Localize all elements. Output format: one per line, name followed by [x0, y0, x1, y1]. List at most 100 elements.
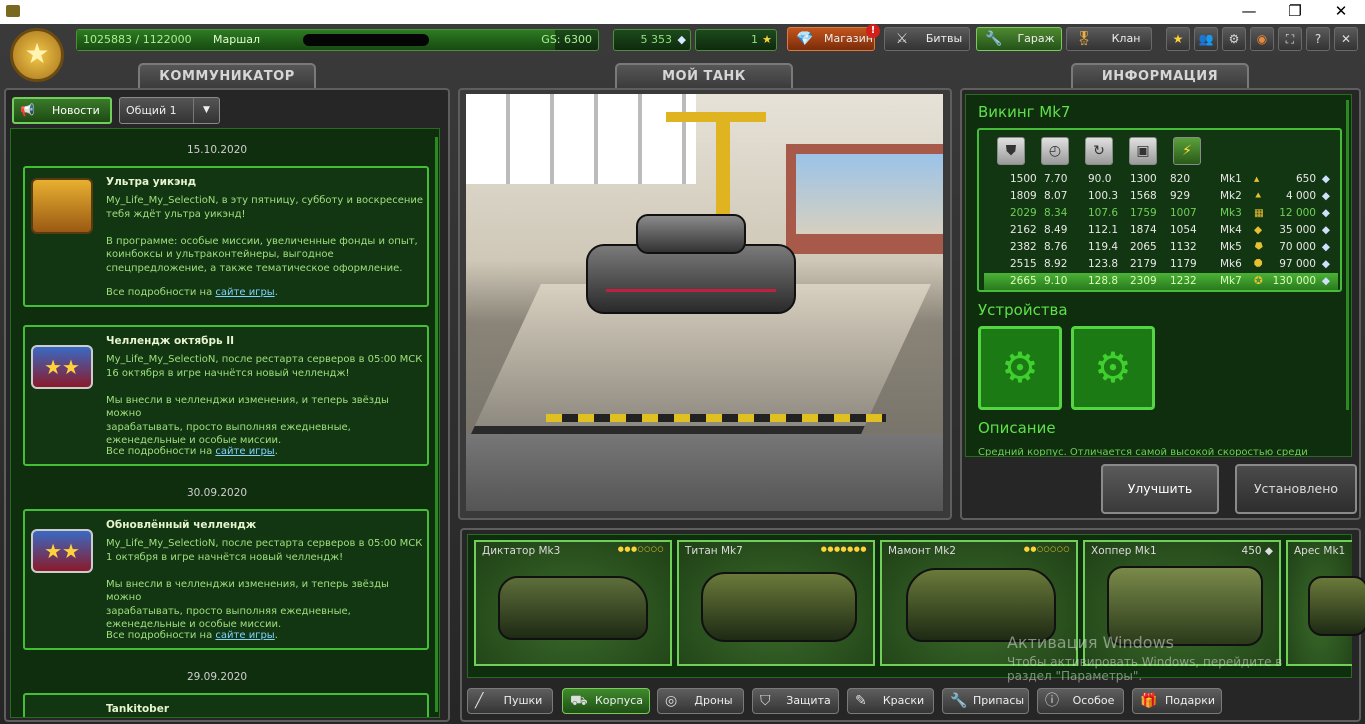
- watermark-line1: Чтобы активировать Windows, перейдите в: [1007, 655, 1283, 669]
- mk-label: Mk7: [1220, 275, 1242, 287]
- rank-emblem-icon[interactable]: ★: [10, 28, 64, 82]
- stat-value: 8.34: [1044, 207, 1068, 219]
- stat-value: 2309: [1130, 275, 1157, 287]
- stats-row[interactable]: 2382 8.76 119.4 2065 1132 Mk5 ⯂ 70 000 ◆: [984, 239, 1338, 256]
- upgrade-price: 97 000: [1279, 258, 1316, 270]
- news-item[interactable]: ★★ Обновлённый челлендж My_Life_My_Selec…: [23, 509, 429, 650]
- experience-bar: 1025883 / 1122000 Маршал GS: 6300: [76, 29, 599, 51]
- more-tail: .: [274, 287, 278, 298]
- maximize-button[interactable]: ❐: [1272, 0, 1318, 24]
- tab-hulls[interactable]: ⛟ Корпуса: [562, 688, 650, 714]
- tab-turrets[interactable]: ╱ Пушки: [467, 688, 553, 714]
- news-item[interactable]: Ультра уикэнд My_Life_My_SelectioN, в эт…: [23, 166, 429, 307]
- news-date: 15.10.2020: [186, 144, 248, 156]
- tab-label: Защита: [786, 694, 831, 707]
- news-link[interactable]: сайте игры: [215, 446, 274, 457]
- news-date: 30.09.2020: [186, 487, 248, 499]
- stat-value: 9.10: [1044, 275, 1068, 287]
- garage-3d-view[interactable]: [466, 94, 943, 511]
- tab-special[interactable]: ⓘ Особое: [1037, 688, 1124, 714]
- window-light: [466, 94, 696, 184]
- stat-value: 1759: [1130, 207, 1157, 219]
- megaphone-icon: 📢: [20, 103, 35, 117]
- news-item[interactable]: Tankitober: [23, 693, 429, 717]
- close-button[interactable]: ✕: [1318, 0, 1364, 24]
- wrench-icon: 🔧: [950, 693, 968, 709]
- news-more: Все подробности на сайте игры.: [106, 446, 278, 457]
- crystal-icon: ◆: [1321, 173, 1330, 185]
- stat-value: 2382: [1010, 241, 1037, 253]
- stats-row[interactable]: 2665 9.10 128.8 2309 1232 Mk7 ✪ 130 000 ◆: [984, 273, 1338, 290]
- wrench-icon: 🔧: [985, 31, 1003, 47]
- stat-value: 123.8: [1088, 258, 1119, 270]
- brush-icon: ✎: [855, 693, 867, 709]
- stat-value: 929: [1170, 190, 1191, 202]
- battles-label: Битвы: [925, 32, 963, 45]
- tab-label: Подарки: [1164, 694, 1216, 707]
- card-level: ●●●●●●●: [820, 545, 867, 553]
- device-slot[interactable]: ⚙: [1071, 326, 1155, 410]
- channel-select[interactable]: Общий 1 ▼: [119, 97, 220, 124]
- info-scrollbar[interactable]: [1346, 100, 1349, 410]
- device-gear-icon: ⚙: [1094, 343, 1132, 392]
- channel-value: Общий 1: [126, 104, 177, 117]
- crane-arm: [666, 112, 766, 122]
- news-title: Обновлённый челлендж: [106, 519, 257, 531]
- exit-icon[interactable]: ✕: [1334, 27, 1358, 51]
- stats-row[interactable]: 2162 8.49 112.1 1874 1054 Mk4 ◆ 35 000 ◆: [984, 222, 1338, 239]
- upgrade-price: 12 000: [1279, 207, 1316, 219]
- tab-paints[interactable]: ✎ Краски: [847, 688, 934, 714]
- news-link[interactable]: сайте игры: [215, 630, 274, 641]
- friends-icon[interactable]: 👥: [1194, 27, 1218, 51]
- stats-row[interactable]: 2515 8.92 123.8 2179 1179 Mk6 ⯃ 97 000 ◆: [984, 256, 1338, 273]
- news-label: Новости: [52, 104, 100, 117]
- crystal-icon: ◆: [1321, 241, 1330, 253]
- minimize-button[interactable]: —: [1226, 0, 1272, 24]
- sound-icon[interactable]: ◉: [1250, 27, 1274, 51]
- clan-label: Клан: [1111, 32, 1141, 45]
- stat-value: 1232: [1170, 275, 1197, 287]
- info-header: ИНФОРМАЦИЯ: [1071, 63, 1249, 89]
- rank-name: Маршал: [213, 33, 261, 46]
- stat-value: 128.8: [1088, 275, 1119, 287]
- medal-icon: 🎖: [1075, 31, 1093, 47]
- fullscreen-icon[interactable]: ⛶: [1278, 27, 1302, 51]
- installed-button[interactable]: Установлено: [1235, 464, 1357, 514]
- floor-shadow: [466, 434, 943, 511]
- clan-button[interactable]: 🎖 Клан: [1066, 27, 1152, 51]
- item-title: Викинг Mk7: [978, 103, 1071, 121]
- settings-gear-icon[interactable]: ⚙: [1222, 27, 1246, 51]
- mk-label: Mk3: [1220, 207, 1242, 219]
- item-card[interactable]: Титан Mk7 ●●●●●●●: [677, 540, 875, 666]
- news-title: Челлендж октябрь II: [106, 335, 235, 347]
- news-link[interactable]: сайте игры: [215, 287, 274, 298]
- tab-gifts[interactable]: 🎁 Подарки: [1132, 688, 1222, 714]
- tab-protection[interactable]: ⛉ Защита: [752, 688, 839, 714]
- news-more: Все подробности на сайте игры.: [106, 630, 278, 641]
- upgrade-button[interactable]: Улучшить: [1101, 464, 1219, 514]
- tab-label: Краски: [882, 694, 925, 707]
- card-name: Арес Mk1: [1294, 545, 1346, 557]
- turret-icon: ╱: [475, 693, 484, 709]
- rank-icon: ◆: [1254, 224, 1263, 236]
- stats-row[interactable]: 1809 8.07 100.3 1568 929 Mk2 ⯅ 4 000 ◆: [984, 188, 1338, 205]
- stat-value: 2515: [1010, 258, 1037, 270]
- tab-supplies[interactable]: 🔧 Припасы: [942, 688, 1029, 714]
- item-card[interactable]: Диктатор Mk3 ●●●○○○○: [474, 540, 672, 666]
- battles-button[interactable]: ⚔ Битвы: [884, 27, 970, 51]
- tab-drones[interactable]: ◎ Дроны: [657, 688, 744, 714]
- device-slot[interactable]: ⚙: [978, 326, 1062, 410]
- help-icon[interactable]: ?: [1306, 27, 1330, 51]
- news-button[interactable]: 📢 Новости: [12, 97, 112, 124]
- more-tail: .: [274, 630, 278, 641]
- news-item[interactable]: ★★ Челлендж октябрь II My_Life_My_Select…: [23, 325, 429, 466]
- stats-row[interactable]: 2029 8.34 107.6 1759 1007 Mk3 ▦ 12 000 ◆: [984, 205, 1338, 222]
- card-price: 450 ◆: [1242, 545, 1273, 557]
- feed-scrollbar[interactable]: [435, 137, 438, 712]
- achievements-star-icon[interactable]: ★: [1166, 27, 1190, 51]
- garage-button[interactable]: 🔧 Гараж: [976, 27, 1062, 51]
- shop-button[interactable]: 💎 Магазин: [787, 27, 875, 51]
- stats-row[interactable]: 1500 7.70 90.0 1300 820 Mk1 ▴ 650 ◆: [984, 171, 1338, 188]
- app-icon: [6, 5, 20, 17]
- tank-turret: [636, 214, 746, 254]
